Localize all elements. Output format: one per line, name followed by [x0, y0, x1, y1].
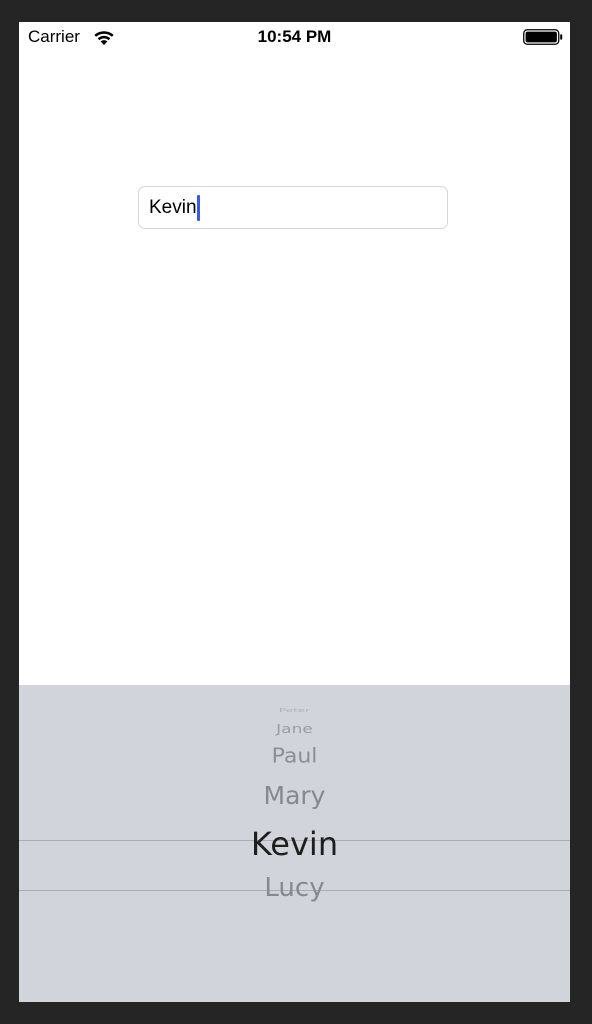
picker-item-selected[interactable]: Kevin	[19, 825, 570, 863]
text-cursor	[196, 194, 200, 221]
battery-icon	[523, 29, 563, 45]
status-time: 10:54 PM	[257, 27, 332, 46]
picker-item[interactable]: Lucy	[19, 873, 570, 903]
name-field-value: Kevin	[149, 196, 197, 218]
name-text-field[interactable]: Kevin	[138, 186, 448, 229]
status-bar: Carrier 10:54 PM	[19, 22, 570, 54]
picker-item[interactable]: Peter	[19, 707, 570, 713]
picker-item[interactable]: Jane	[19, 722, 570, 737]
picker-item[interactable]: Mary	[19, 781, 570, 810]
picker-item[interactable]: Paul	[19, 745, 570, 768]
device-screen: Carrier 10:54 PM Kevin Peter Jane Paul M…	[19, 22, 570, 1002]
name-picker[interactable]: Peter Jane Paul Mary Kevin Lucy	[19, 685, 570, 1002]
